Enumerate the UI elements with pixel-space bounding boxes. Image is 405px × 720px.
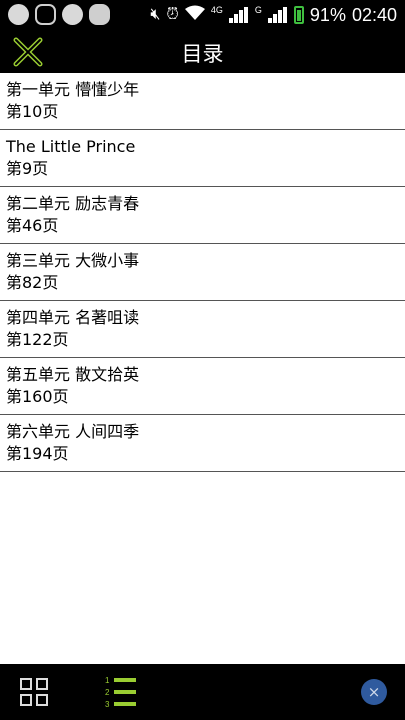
grid-cell [36,678,48,690]
signal-icon-2 [267,7,288,23]
toc-item-page: 第10页 [6,102,59,121]
toc-item-page: 第160页 [6,387,69,406]
page-title: 目录 [181,42,224,66]
toc-item[interactable]: 第五单元 散文拾英 第160页 [0,358,405,415]
bottom-toolbar: 1 2 3 × [0,664,405,720]
toc-item-title: 第六单元 人间四季 [6,422,140,441]
battery-icon [293,6,304,24]
toc-item-title: 第五单元 散文拾英 [6,365,140,384]
alarm-icon: ⏰︎ [166,6,179,23]
toc-item-page: 第122页 [6,330,69,349]
toc-item-title: The Little Prince [6,137,136,156]
wifi-icon [184,5,205,25]
toc-item[interactable]: 第四单元 名著咀读 第122页 [0,301,405,358]
grid-cell [36,694,48,706]
signal-icon [228,7,249,23]
mute-icon: 🔇︎ [150,6,161,23]
status-bar: 🔇︎ ⏰︎ 4G G 91% 02:40 [0,0,405,30]
app-notification-icon [62,4,83,25]
network-g-label: G [254,5,262,15]
clock-time: 02:40 [351,4,397,25]
toc-item[interactable]: 第六单元 人间四季 第194页 [0,415,405,472]
toc-item[interactable]: 第二单元 励志青春 第46页 [0,187,405,244]
app-notification-icon [8,4,29,25]
list-number-3: 3 [105,700,110,708]
toc-item-page: 第194页 [6,444,69,463]
grid-view-icon[interactable] [20,678,48,706]
chat-bubble-icon [35,4,56,25]
system-status-icons: 🔇︎ ⏰︎ 4G G 91% 02:40 [150,0,397,30]
toc-item[interactable]: 第一单元 懵懂少年 第10页 [0,73,405,130]
wechat-icon [89,4,110,25]
toc-item[interactable]: The Little Prince 第9页 [0,130,405,187]
toc-item-title: 第三单元 大微小事 [6,251,140,270]
toc-item[interactable]: 第三单元 大微小事 第82页 [0,244,405,301]
network-4g-label: 4G [210,5,223,15]
grid-cell [20,694,32,706]
grid-cell [20,678,32,690]
notification-icons [8,4,110,25]
title-bar: 目录 [0,30,405,73]
numbered-list-icon[interactable]: 1 2 3 [104,676,138,709]
battery-percent: 91% [309,4,346,25]
toc-item-page: 第82页 [6,273,59,292]
list-number-1: 1 [105,676,110,685]
toc-list: 第一单元 懵懂少年 第10页 The Little Prince 第9页 第二单… [0,73,405,472]
toc-item-page: 第46页 [6,216,59,235]
list-number-2: 2 [105,688,110,697]
toc-item-page: 第9页 [6,159,49,178]
toc-item-title: 第二单元 励志青春 [6,194,140,213]
toc-item-title: 第一单元 懵懂少年 [6,80,140,99]
close-circle-button[interactable]: × [361,679,387,705]
toc-item-title: 第四单元 名著咀读 [6,308,140,327]
